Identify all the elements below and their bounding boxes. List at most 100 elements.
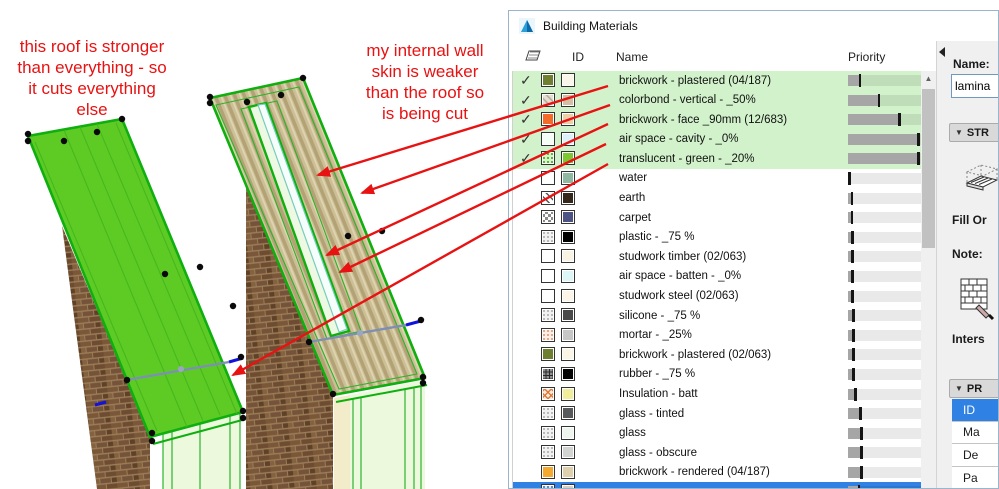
cut-fill-swatch[interactable] [541, 464, 555, 479]
material-row[interactable]: glass - obscure [513, 443, 922, 463]
surface-swatch[interactable] [561, 92, 575, 107]
priority-bar[interactable] [848, 113, 921, 127]
cut-fill-swatch[interactable] [541, 112, 555, 127]
surface-swatch[interactable] [561, 73, 575, 87]
material-row[interactable] [513, 482, 922, 488]
surface-swatch[interactable] [561, 249, 575, 264]
material-check[interactable]: ✓ [520, 92, 532, 109]
material-row[interactable]: water [513, 169, 922, 189]
priority-bar[interactable] [848, 74, 921, 87]
right-cream-wall[interactable] [334, 395, 350, 489]
cut-fill-swatch[interactable] [541, 131, 555, 146]
selection-handle[interactable] [123, 376, 131, 384]
column-id[interactable]: ID [572, 50, 584, 64]
property-row-de[interactable]: De [952, 444, 998, 467]
cut-fill-swatch[interactable] [541, 445, 555, 460]
section-structure[interactable]: ▼ STR [949, 123, 998, 142]
material-check[interactable]: ✓ [520, 72, 532, 89]
material-row[interactable]: carpet [513, 208, 922, 228]
priority-bar[interactable] [848, 328, 921, 342]
priority-bar[interactable] [848, 367, 921, 381]
surface-swatch[interactable] [561, 445, 575, 460]
cut-fill-swatch[interactable] [541, 249, 555, 264]
surface-swatch[interactable] [561, 170, 575, 185]
priority-bar[interactable] [848, 211, 921, 225]
priority-bar[interactable] [848, 191, 921, 205]
property-row-pa[interactable]: Pa [952, 466, 998, 488]
dialog-titlebar[interactable]: Building Materials [509, 11, 998, 41]
material-row[interactable]: glass [513, 424, 922, 444]
internal-wall-roof[interactable] [208, 76, 427, 397]
material-row[interactable]: ✓ air space - cavity - _0% [513, 129, 922, 150]
cut-fill-swatch[interactable] [541, 151, 555, 166]
cut-fill-swatch[interactable] [541, 308, 555, 323]
material-row[interactable]: ✓ colorbond - vertical - _50% [513, 90, 922, 111]
cut-fill-swatch[interactable] [541, 210, 555, 225]
priority-bar[interactable] [848, 230, 921, 244]
property-row-ma[interactable]: Ma [952, 421, 998, 445]
surface-swatch[interactable] [561, 151, 575, 166]
collapse-panel-icon[interactable] [939, 47, 945, 57]
strong-roof[interactable] [26, 117, 245, 439]
selection-handle[interactable] [148, 437, 156, 445]
priority-bar[interactable] [848, 309, 921, 323]
material-row[interactable]: ✓ brickwork - face _90mm (12/683) [513, 110, 922, 130]
material-check[interactable]: ✓ [520, 131, 532, 148]
material-row[interactable]: ✓ translucent - green - _20% [513, 149, 922, 169]
surface-swatch[interactable] [561, 484, 575, 488]
priority-bar[interactable] [848, 132, 921, 146]
selection-handle[interactable] [299, 74, 307, 82]
material-row[interactable]: plastic - _75 % [513, 228, 922, 248]
column-name[interactable]: Name [616, 50, 648, 64]
surface-swatch[interactable] [561, 229, 575, 244]
selection-handle[interactable] [229, 302, 237, 310]
cut-fill-swatch[interactable] [541, 484, 555, 488]
material-row[interactable]: air space - batten - _0% [513, 267, 922, 287]
column-priority[interactable]: Priority [848, 50, 885, 64]
priority-bar[interactable] [848, 348, 921, 362]
material-check[interactable]: ✓ [520, 150, 532, 167]
cut-fill-swatch[interactable] [541, 73, 555, 87]
selection-handle[interactable] [305, 338, 313, 346]
cut-fill-orientation-icon[interactable] [963, 159, 999, 193]
cut-fill-swatch[interactable] [541, 288, 555, 303]
cut-fill-swatch[interactable] [541, 386, 555, 401]
selection-handle[interactable] [93, 128, 101, 136]
cut-fill-swatch[interactable] [541, 347, 555, 362]
material-row[interactable]: glass - tinted [513, 404, 922, 424]
surface-swatch[interactable] [561, 308, 575, 323]
priority-bar[interactable] [848, 93, 921, 107]
selection-handle[interactable] [277, 91, 285, 99]
cut-fill-swatch[interactable] [541, 327, 555, 342]
intersection-brick-icon[interactable] [959, 275, 995, 321]
material-row[interactable]: brickwork - plastered (02/063) [513, 345, 922, 365]
selection-handle[interactable] [417, 316, 425, 324]
selection-handle[interactable] [378, 227, 386, 235]
selection-handle[interactable] [206, 99, 214, 107]
material-row[interactable]: brickwork - rendered (04/187) [513, 463, 922, 483]
material-row[interactable]: silicone - _75 % [513, 306, 922, 326]
priority-bar[interactable] [848, 171, 921, 185]
selection-handle[interactable] [237, 353, 245, 361]
selection-handle[interactable] [161, 270, 169, 278]
surface-swatch[interactable] [561, 327, 575, 342]
surface-swatch[interactable] [561, 464, 575, 479]
priority-bar[interactable] [848, 387, 921, 401]
property-row-id[interactable]: ID [952, 399, 998, 422]
list-header[interactable]: ID Name Priority [512, 41, 921, 72]
surface-swatch[interactable] [561, 366, 575, 381]
material-row[interactable]: rubber - _75 % [513, 365, 922, 385]
priority-bar[interactable] [848, 250, 921, 264]
selection-handle[interactable] [243, 98, 251, 106]
selection-handle[interactable] [196, 263, 204, 271]
surface-swatch[interactable] [561, 425, 575, 440]
scrollbar-thumb[interactable] [922, 89, 935, 248]
material-row[interactable]: studwork timber (02/063) [513, 247, 922, 267]
cut-fill-swatch[interactable] [541, 425, 555, 440]
section-properties[interactable]: ▼ PR [949, 379, 998, 398]
selection-handle[interactable] [206, 93, 214, 101]
priority-bar[interactable] [848, 465, 921, 479]
material-row[interactable]: studwork steel (02/063) [513, 287, 922, 307]
material-row[interactable]: earth [513, 189, 922, 209]
selection-handle[interactable] [148, 429, 156, 437]
